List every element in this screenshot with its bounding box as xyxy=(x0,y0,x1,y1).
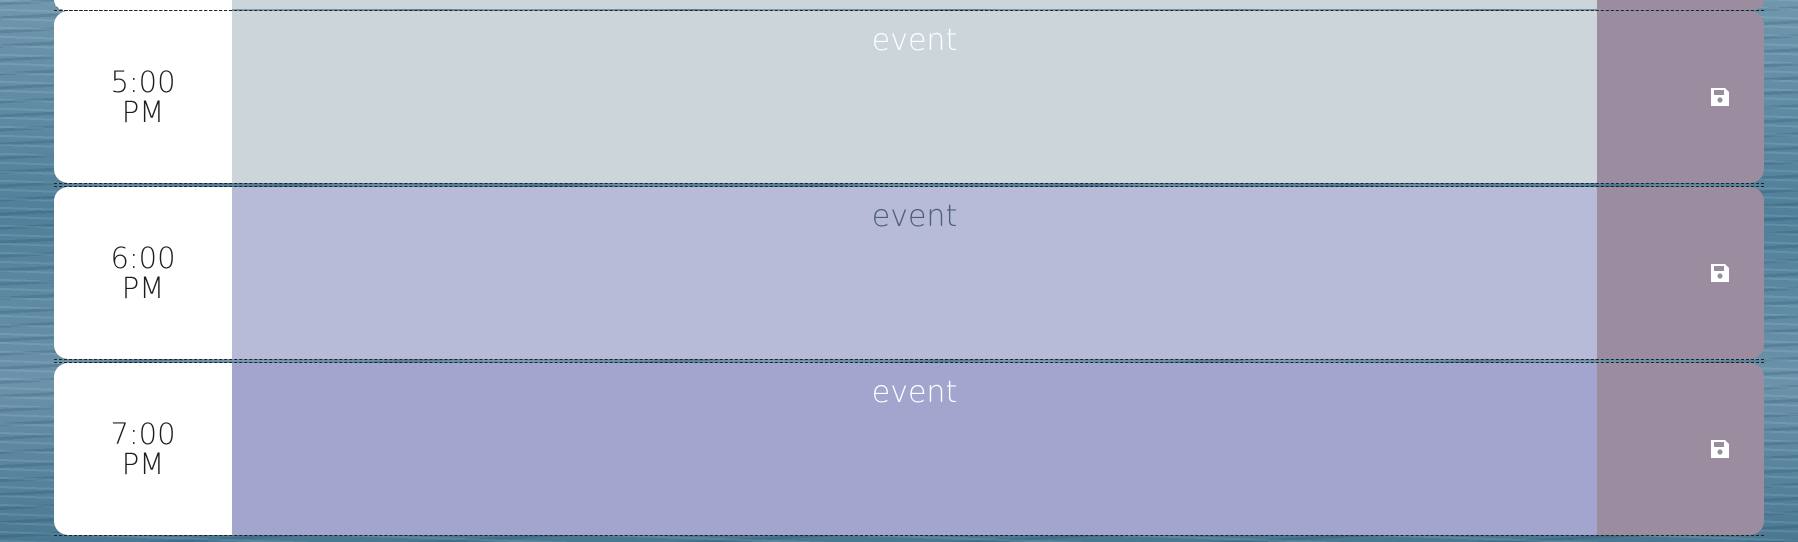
hour-period: PM xyxy=(121,271,165,305)
hour-period: PM xyxy=(121,95,165,129)
time-block-7pm: 7:00 PM event xyxy=(54,362,1764,536)
floppy-disk-icon xyxy=(1710,264,1729,282)
time-block-6pm: 6:00 PM event xyxy=(54,186,1764,360)
floppy-disk-icon xyxy=(1710,88,1729,106)
save-button[interactable] xyxy=(1597,363,1764,535)
floppy-disk-icon xyxy=(1710,440,1729,458)
event-textarea[interactable]: event xyxy=(232,11,1597,183)
hour-time: 5:00 xyxy=(110,65,176,99)
hour-time: 7:00 xyxy=(110,417,176,451)
hour-period: PM xyxy=(121,447,165,481)
schedule: 5:00 PM event 6:00 PM event 7:00 PM even… xyxy=(54,0,1764,542)
hour-time: 6:00 xyxy=(110,241,176,275)
event-textarea[interactable]: event xyxy=(232,363,1597,535)
event-textarea[interactable]: event xyxy=(232,187,1597,359)
save-button[interactable] xyxy=(1597,187,1764,359)
time-block-5pm: 5:00 PM event xyxy=(54,10,1764,184)
save-button[interactable] xyxy=(1597,11,1764,183)
hour-label: 6:00 PM xyxy=(54,187,232,359)
hour-label: 7:00 PM xyxy=(54,363,232,535)
hour-label: 5:00 PM xyxy=(54,11,232,183)
